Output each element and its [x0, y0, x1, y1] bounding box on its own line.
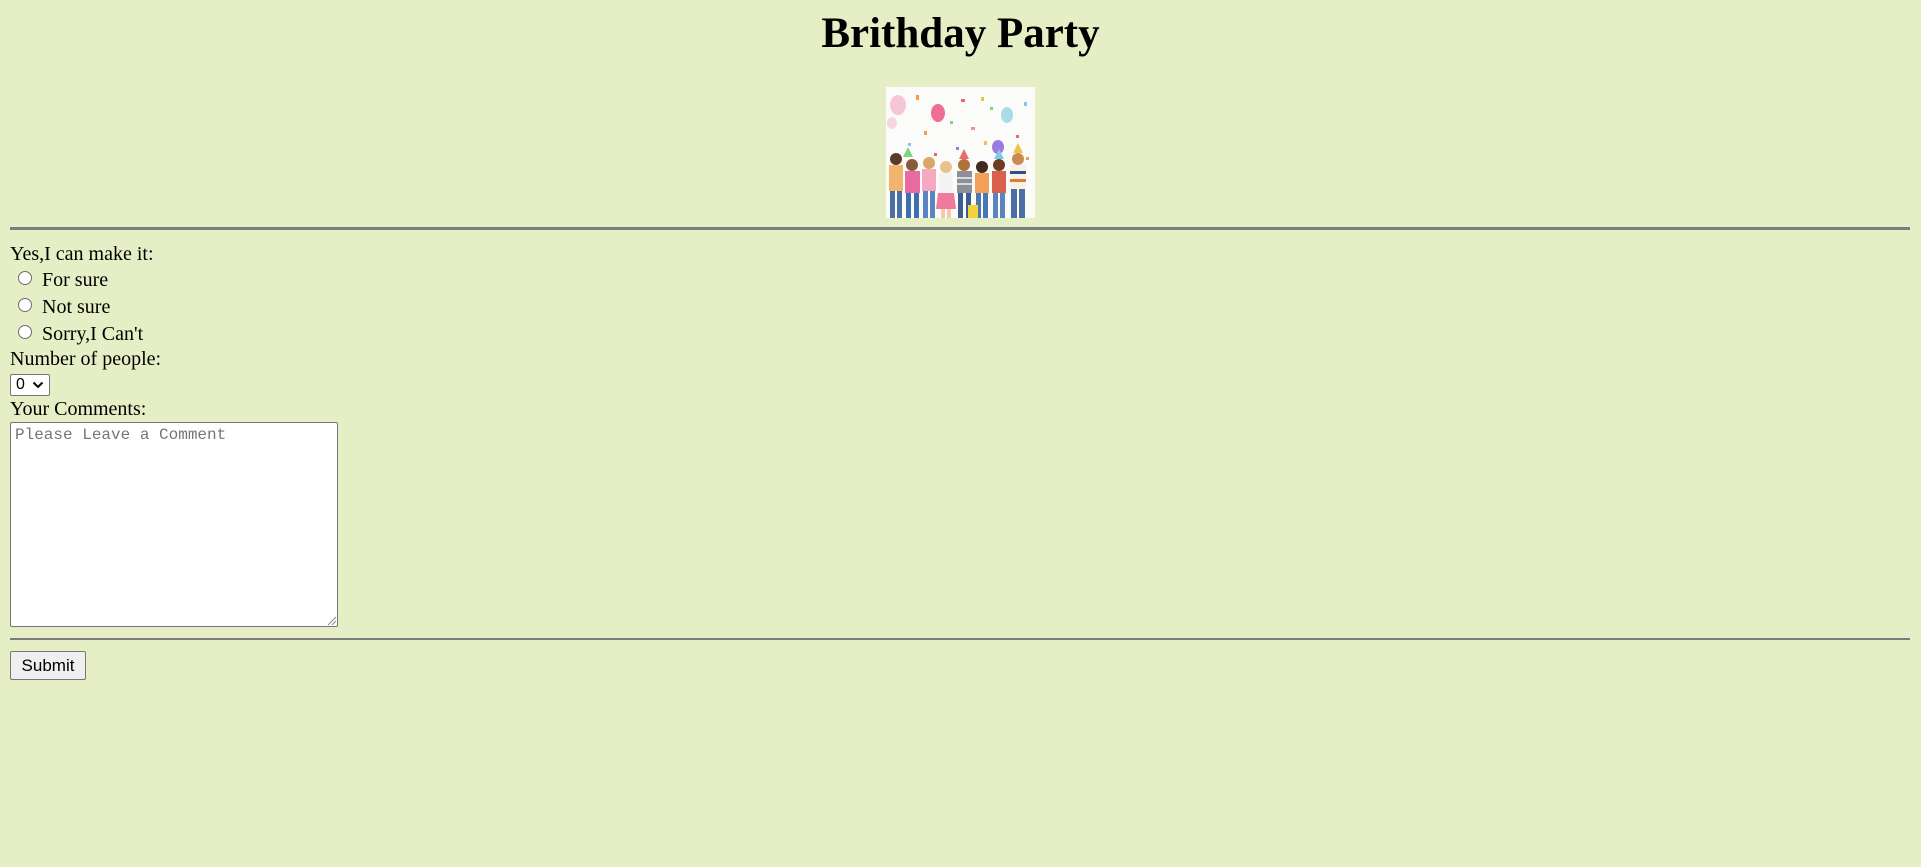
- radio-label-for-sure: For sure: [42, 269, 109, 291]
- top-divider: [10, 227, 1910, 230]
- radio-option-sorry-cant[interactable]: Sorry,I Can't: [17, 322, 143, 346]
- radio-option-not-sure[interactable]: Not sure: [17, 295, 110, 319]
- people-label: Number of people:: [10, 348, 162, 370]
- party-image: [886, 87, 1035, 218]
- page-title: Brithday Party: [821, 10, 1100, 57]
- people-count-select[interactable]: 0: [10, 374, 50, 396]
- party-photo-icon: [886, 87, 1035, 218]
- radio-button-sorry-cant[interactable]: [18, 325, 32, 339]
- submit-button[interactable]: Submit: [10, 651, 86, 680]
- comments-textarea[interactable]: [10, 422, 338, 627]
- radio-button-for-sure[interactable]: [18, 271, 32, 285]
- bottom-divider: [10, 638, 1910, 640]
- chevron-down-icon: [32, 381, 44, 389]
- radio-label-sorry-cant: Sorry,I Can't: [42, 323, 144, 345]
- radio-label-not-sure: Not sure: [42, 296, 111, 318]
- radio-button-not-sure[interactable]: [18, 298, 32, 312]
- radio-option-for-sure[interactable]: For sure: [17, 268, 108, 292]
- comments-label: Your Comments:: [10, 398, 147, 420]
- people-count-value: 0: [16, 376, 25, 393]
- attendance-label: Yes,I can make it:: [10, 243, 154, 265]
